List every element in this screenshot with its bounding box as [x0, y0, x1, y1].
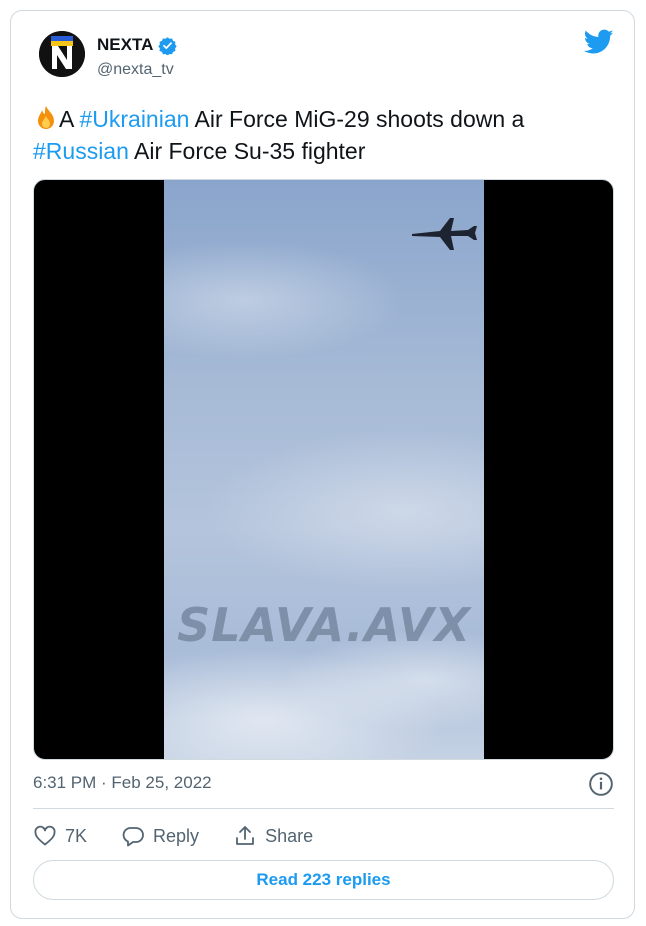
- fire-icon: [38, 106, 54, 129]
- author-name-row[interactable]: NEXTA: [97, 35, 178, 55]
- share-button[interactable]: Share: [233, 824, 313, 848]
- share-icon: [236, 826, 254, 845]
- action-bar: 7K Reply Share: [33, 821, 347, 851]
- hashtag-russian[interactable]: #Russian: [33, 138, 129, 164]
- reply-icon: [122, 827, 144, 847]
- read-replies-button[interactable]: Read 223 replies: [33, 860, 614, 900]
- divider: [33, 808, 614, 809]
- author-handle[interactable]: @nexta_tv: [97, 61, 174, 79]
- video-player[interactable]: SLAVA.AVX: [33, 179, 614, 760]
- tweet-text: A #Ukrainian Air Force MiG-29 shoots dow…: [33, 103, 613, 167]
- heart-icon: [34, 825, 56, 846]
- fighter-jet-image: [412, 218, 477, 250]
- verified-badge-icon: [158, 36, 178, 55]
- reply-button[interactable]: Reply: [121, 824, 199, 848]
- reply-label: Reply: [153, 825, 200, 846]
- avatar[interactable]: [39, 31, 85, 77]
- share-label: Share: [265, 825, 314, 846]
- info-icon[interactable]: [588, 771, 614, 797]
- hashtag-ukrainian[interactable]: #Ukrainian: [79, 106, 189, 132]
- video-frame: SLAVA.AVX: [164, 180, 484, 759]
- nexta-logo-icon: [39, 31, 85, 77]
- like-count: 7K: [65, 825, 88, 846]
- tweet-text-part2: Air Force MiG-29 shoots down a: [189, 106, 525, 132]
- tweet-text-part1: A: [59, 106, 80, 132]
- tweet-timestamp[interactable]: 6:31 PM · Feb 25, 2022: [33, 773, 212, 793]
- tweet-card: NEXTA @nexta_tv A #Ukrainian Air Force M…: [10, 10, 635, 919]
- tweet-text-part3: Air Force Su-35 fighter: [128, 138, 366, 164]
- video-watermark: SLAVA.AVX: [177, 598, 471, 652]
- twitter-bird-icon[interactable]: [584, 29, 614, 55]
- like-button[interactable]: 7K: [33, 824, 87, 848]
- author-name[interactable]: NEXTA: [97, 35, 153, 55]
